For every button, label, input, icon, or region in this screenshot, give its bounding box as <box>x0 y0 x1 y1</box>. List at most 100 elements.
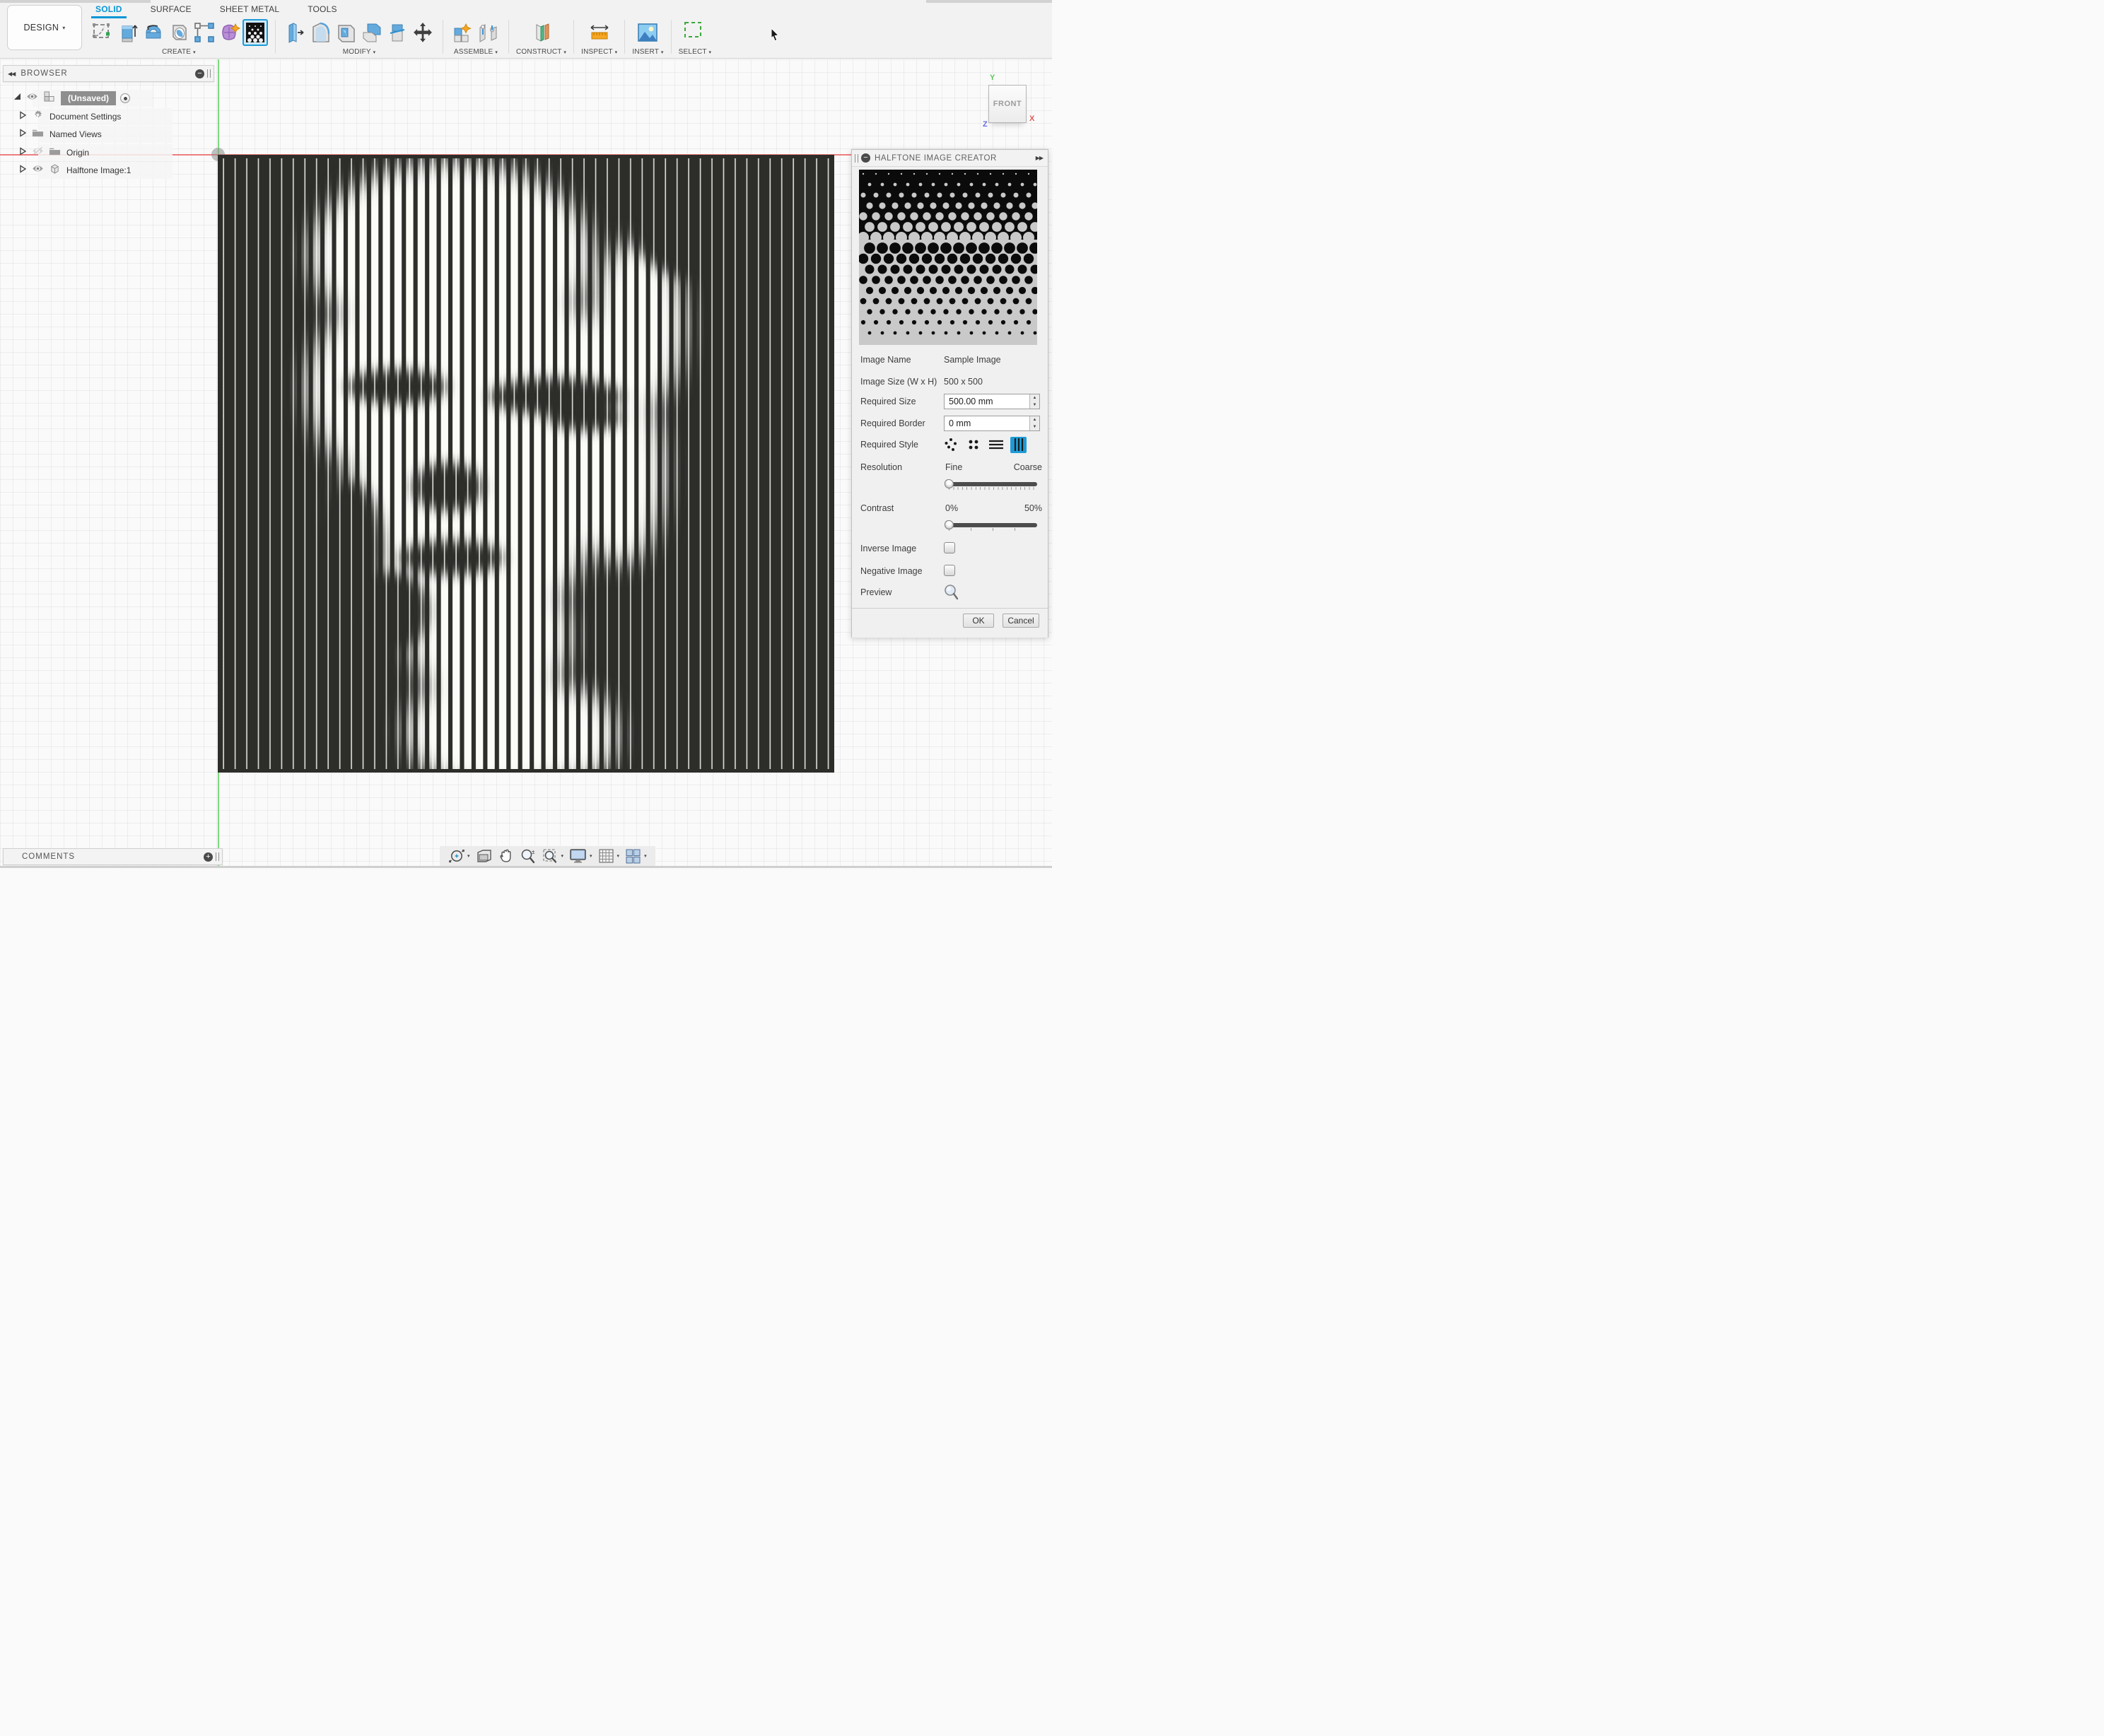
create-sketch-icon[interactable] <box>90 19 115 46</box>
cancel-button[interactable]: Cancel <box>1003 614 1039 628</box>
insert-image-icon[interactable] <box>635 19 660 46</box>
group-dropdown-assemble[interactable]: ASSEMBLE ▾ <box>454 48 498 56</box>
browser-item-origin[interactable]: Origin <box>18 144 89 161</box>
contrast-slider-track[interactable] <box>946 523 1037 527</box>
orbit-icon[interactable]: ▾ <box>448 848 470 864</box>
group-dropdown-inspect[interactable]: INSPECT ▾ <box>581 48 617 56</box>
browser-header[interactable]: ◀◀ BROWSER − <box>3 65 214 82</box>
chevron-down-icon[interactable]: ▾ <box>644 853 647 859</box>
browser-item-label[interactable]: Halftone Image:1 <box>66 165 131 175</box>
add-comment-icon[interactable]: + <box>204 852 213 862</box>
expand-arrow-icon[interactable] <box>18 111 27 119</box>
browser-drag-grip[interactable] <box>207 69 211 78</box>
browser-item-unsaved[interactable]: (Unsaved) <box>13 90 130 107</box>
contrast-slider-ticks <box>949 528 1036 531</box>
style-option-vertical-lines[interactable] <box>1010 437 1027 453</box>
fillet-icon[interactable] <box>308 19 334 46</box>
offset-face-icon[interactable] <box>385 19 410 46</box>
display-settings-icon[interactable]: ▾ <box>569 848 592 864</box>
group-dropdown-insert[interactable]: INSERT ▾ <box>632 48 663 56</box>
group-dropdown-construct[interactable]: CONSTRUCT ▾ <box>516 48 566 56</box>
browser-item-named-views[interactable]: Named Views <box>18 126 102 143</box>
press-pull-icon[interactable] <box>283 19 308 46</box>
browser-item-label[interactable]: (Unsaved) <box>61 91 116 105</box>
viewcube[interactable]: FRONT <box>988 85 1027 123</box>
extrude-icon[interactable] <box>115 19 141 46</box>
browser-item-document-settings[interactable]: Document Settings <box>18 108 121 125</box>
shell-icon[interactable] <box>334 19 359 46</box>
group-dropdown-modify[interactable]: MODIFY ▾ <box>343 48 376 56</box>
style-option-scatter-dots[interactable] <box>942 437 959 453</box>
construct-plane-icon[interactable] <box>529 19 554 46</box>
browser-item-label[interactable]: Document Settings <box>49 112 121 122</box>
create-form-icon[interactable] <box>217 19 242 46</box>
halftone-model-body[interactable] <box>218 155 834 773</box>
new-component-icon[interactable] <box>450 19 476 46</box>
grid-settings-icon[interactable]: ▾ <box>598 848 620 864</box>
required-border-spinner[interactable]: ▲▼ <box>1029 416 1039 430</box>
chevron-down-icon[interactable]: ▾ <box>617 853 620 859</box>
revolve-icon[interactable] <box>141 19 166 46</box>
resolution-slider[interactable] <box>946 479 1037 489</box>
expand-arrow-icon[interactable] <box>18 129 27 137</box>
viewcube-front-face[interactable]: FRONT <box>993 100 1022 108</box>
zoom-icon[interactable]: ± <box>520 848 537 864</box>
zoom-window-icon[interactable]: ▾ <box>542 848 564 864</box>
pattern-icon[interactable] <box>192 19 217 46</box>
browser-item-label[interactable]: Origin <box>66 148 89 158</box>
tab-solid[interactable]: SOLID <box>94 1 124 18</box>
required-border-input[interactable] <box>944 416 1040 431</box>
tab-surface[interactable]: SURFACE <box>149 1 193 18</box>
browser-collapse-icon[interactable]: ◀◀ <box>8 71 15 77</box>
preview-magnifier-icon[interactable] <box>944 584 959 601</box>
tab-tools[interactable]: TOOLS <box>306 1 338 18</box>
contrast-slider[interactable] <box>946 520 1037 530</box>
chevron-down-icon[interactable]: ▾ <box>561 853 564 859</box>
browser-minimize-icon[interactable]: − <box>195 69 204 78</box>
visibility-hidden-eye-icon[interactable] <box>32 146 44 156</box>
pan-icon[interactable] <box>498 848 514 864</box>
look-at-icon[interactable] <box>476 848 493 864</box>
ok-button[interactable]: OK <box>963 614 994 628</box>
joint-icon[interactable] <box>476 19 501 46</box>
chevron-down-icon[interactable]: ▾ <box>590 853 592 859</box>
browser-item-halftone-image-1[interactable]: Halftone Image:1 <box>18 162 131 179</box>
required-size-input[interactable] <box>944 394 1040 409</box>
contrast-slider-knob[interactable] <box>945 520 954 529</box>
select-icon[interactable] <box>682 19 708 46</box>
chevron-down-icon[interactable]: ▾ <box>467 853 470 859</box>
negative-image-checkbox[interactable] <box>944 565 955 576</box>
activate-component-radio[interactable] <box>120 93 130 103</box>
ribbon-group-construct: CONSTRUCT ▾ <box>514 18 568 56</box>
hole-icon[interactable] <box>166 19 192 46</box>
style-option-horizontal-lines[interactable] <box>988 437 1004 453</box>
resolution-slider-knob[interactable] <box>945 479 954 488</box>
comments-bar[interactable]: COMMENTS + <box>3 848 223 865</box>
required-size-spinner[interactable]: ▲▼ <box>1029 394 1039 409</box>
comments-drag-grip[interactable] <box>216 852 219 861</box>
collapse-arrow-icon[interactable] <box>13 93 21 101</box>
expand-arrow-icon[interactable] <box>18 165 27 173</box>
measure-icon[interactable] <box>587 19 612 46</box>
x-axis-label: X <box>1029 115 1034 123</box>
expand-arrow-icon[interactable] <box>18 147 27 156</box>
dialog-expand-icon[interactable]: ▶▶ <box>1036 155 1043 161</box>
viewports-icon[interactable]: ▾ <box>625 848 647 864</box>
combine-icon[interactable] <box>359 19 385 46</box>
dialog-header[interactable]: − HALFTONE IMAGE CREATOR ▶▶ <box>852 150 1048 167</box>
dialog-minimize-icon[interactable]: − <box>861 153 870 163</box>
resolution-slider-track[interactable] <box>946 482 1037 486</box>
tab-sheet-metal[interactable]: SHEET METAL <box>218 1 281 18</box>
style-option-grid-dots[interactable] <box>965 437 981 453</box>
browser-item-label[interactable]: Named Views <box>49 129 102 139</box>
visibility-eye-icon[interactable] <box>26 91 38 102</box>
halftone-image-icon[interactable] <box>242 19 268 46</box>
dialog-drag-grip[interactable] <box>855 154 858 163</box>
group-dropdown-select[interactable]: SELECT ▾ <box>679 48 712 56</box>
negative-image-label: Negative Image <box>860 566 923 576</box>
design-workspace-menu[interactable]: DESIGN ▾ <box>7 5 82 50</box>
inverse-image-checkbox[interactable] <box>944 542 955 553</box>
move-icon[interactable] <box>410 19 436 46</box>
visibility-eye-icon[interactable] <box>32 163 44 174</box>
group-dropdown-create[interactable]: CREATE ▾ <box>162 48 196 56</box>
